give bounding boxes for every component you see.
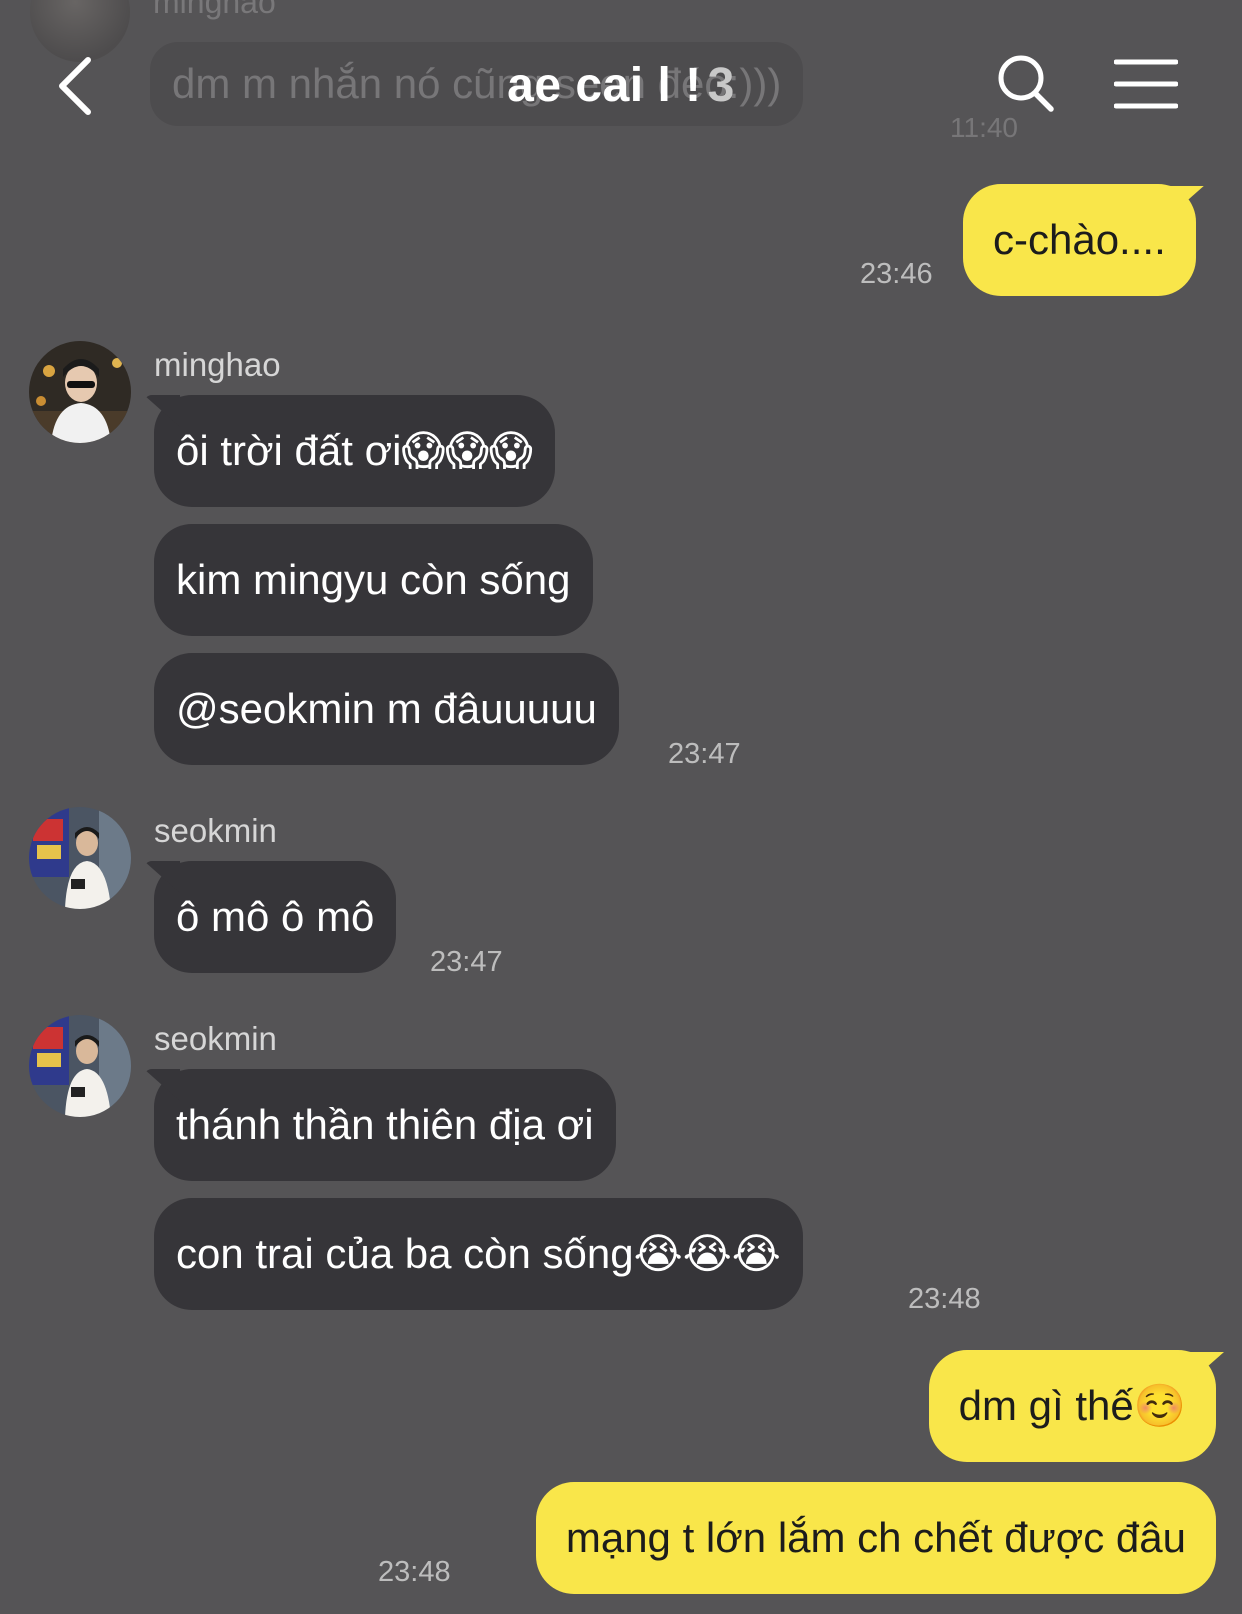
sender-name: seokmin (154, 1020, 277, 1057)
search-button[interactable] (996, 52, 1058, 116)
menu-button[interactable] (1113, 56, 1179, 112)
incoming-message-bubble[interactable]: ô mô ô mô (154, 861, 397, 973)
outgoing-message-bubble[interactable]: mạng t lớn lắm ch chết được đâu (535, 1482, 1216, 1594)
avatar-minghao[interactable] (29, 341, 131, 443)
message-time: 23:47 (430, 946, 503, 978)
incoming-message-bubble[interactable]: thánh thần thiên địa ơi (154, 1069, 616, 1181)
chat-header: minghao dm m nhắn nó cũng seen đéo:))) 1… (0, 0, 1242, 160)
sender-name: minghao (154, 346, 281, 383)
avatar-seokmin[interactable] (29, 1015, 131, 1117)
search-icon (998, 55, 1054, 112)
message-time: 23:47 (668, 738, 741, 770)
outgoing-message-bubble[interactable]: c-chào.... (963, 184, 1196, 296)
chat-name: ae cai l ! (507, 59, 702, 112)
outgoing-message-bubble[interactable]: dm gì thế☺️ (928, 1350, 1216, 1462)
incoming-message-bubble[interactable]: @seokmin m đâuuuuu (154, 653, 619, 765)
message-text: ôi trời đất ơi😱😱😱 (176, 427, 533, 474)
incoming-message-bubble[interactable]: ôi trời đất ơi😱😱😱 (154, 395, 555, 507)
incoming-message-bubble[interactable]: con trai của ba còn sống😭😭😭 (154, 1198, 803, 1310)
message-time: 23:48 (378, 1556, 451, 1588)
sender-name: seokmin (154, 812, 277, 849)
incoming-message-bubble[interactable]: kim mingyu còn sống (154, 524, 593, 636)
member-count: 3 (707, 59, 735, 112)
message-time: 23:46 (860, 258, 933, 290)
menu-icon (1113, 59, 1179, 109)
message-time: 11:40 (950, 112, 1018, 143)
message-time: 23:48 (908, 1283, 981, 1315)
sender-name: minghao (153, 0, 276, 20)
avatar-seokmin[interactable] (29, 807, 131, 909)
